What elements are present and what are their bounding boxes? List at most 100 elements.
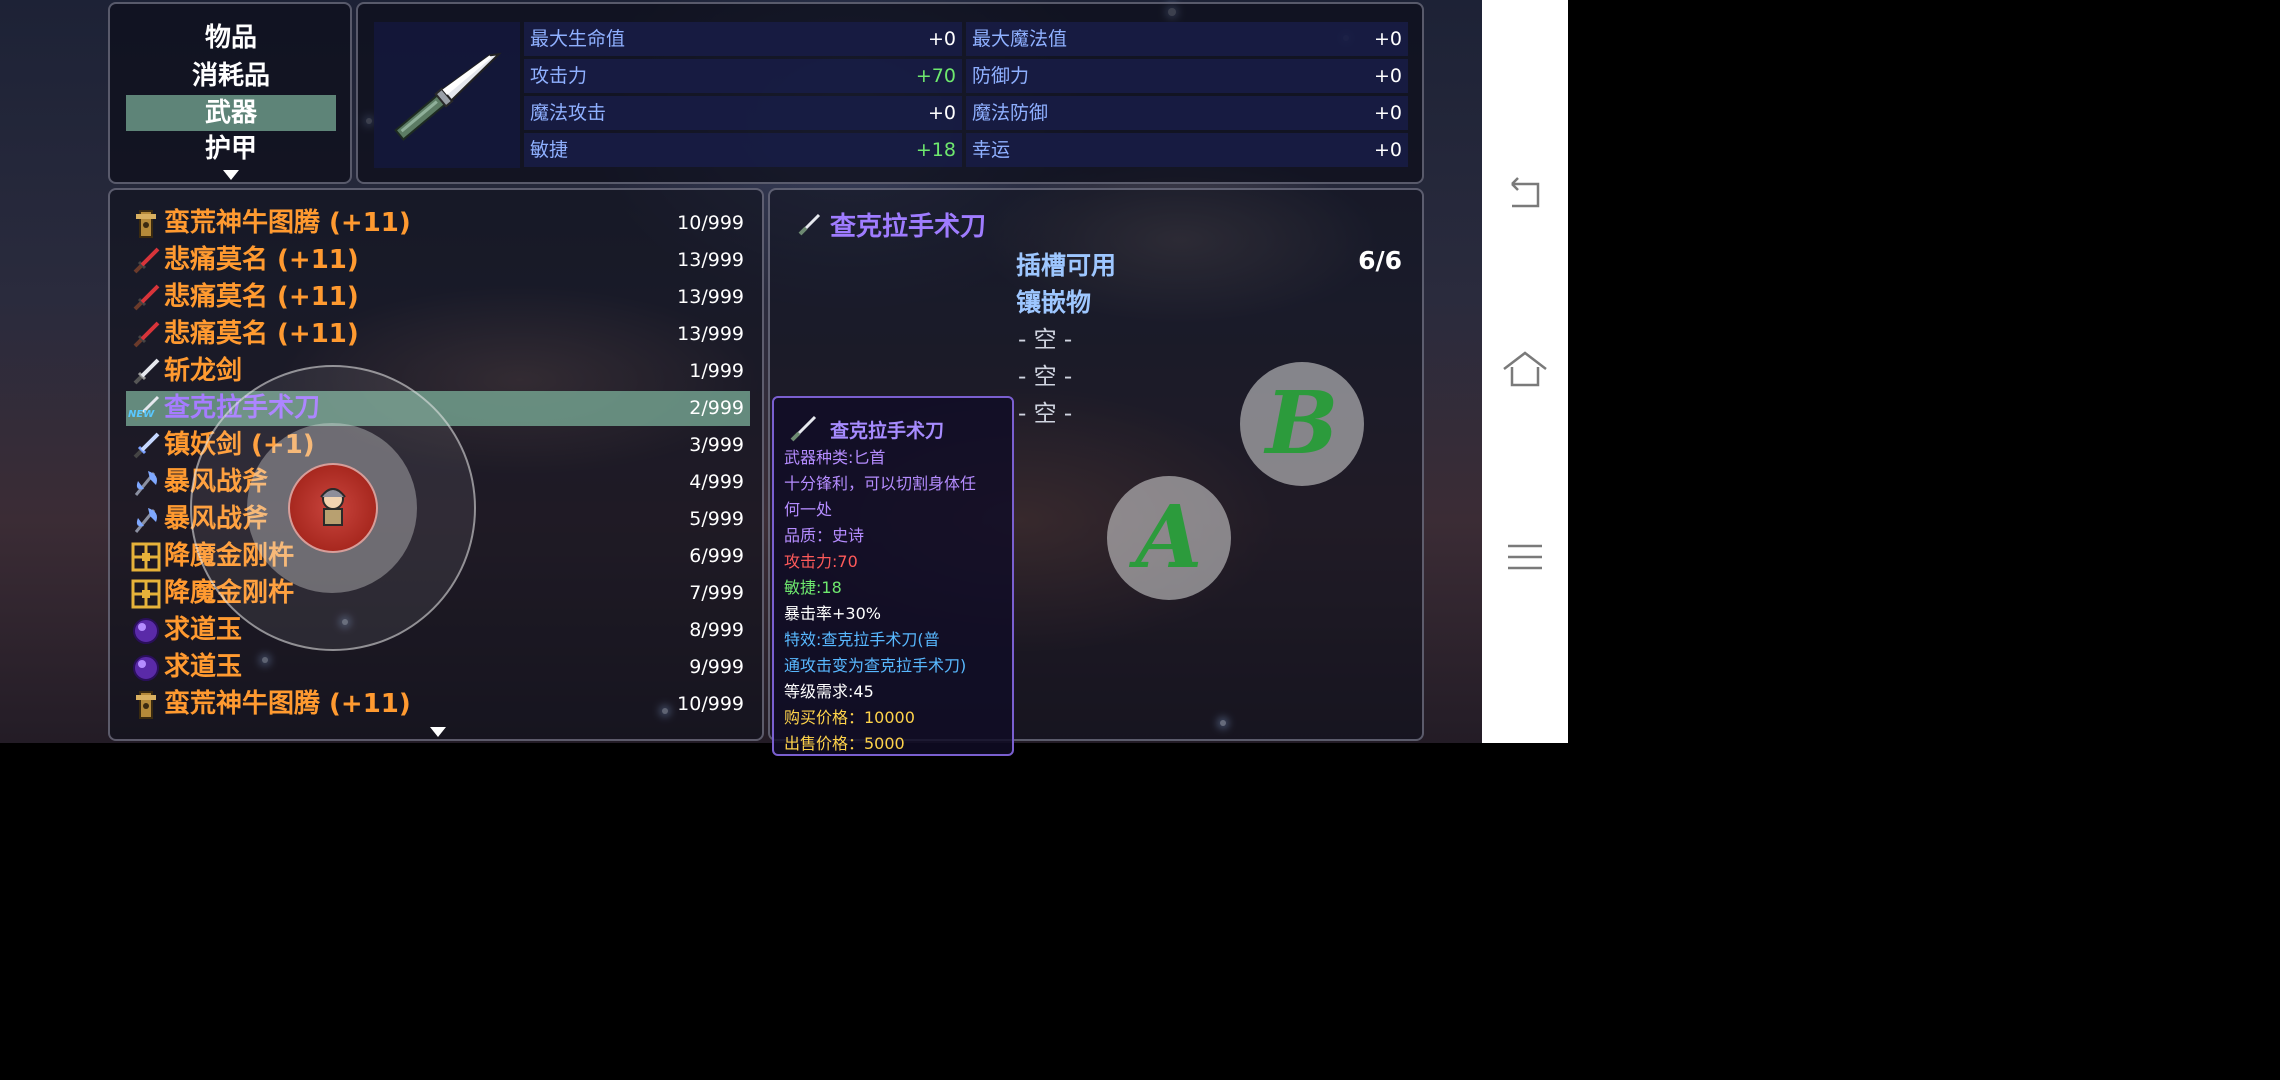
back-icon[interactable] — [1500, 170, 1550, 220]
item-row[interactable]: 斩龙剑 1/999 — [126, 354, 750, 389]
stat-value: +70 — [915, 65, 956, 87]
item-count: 5/999 — [689, 508, 744, 530]
category-item-items[interactable]: 物品 — [126, 20, 336, 56]
item-count: 13/999 — [677, 286, 744, 308]
stat-agility: 敏捷 +18 — [524, 133, 962, 167]
stat-magic-defense: 魔法防御 +0 — [966, 96, 1408, 130]
stat-label: 攻击力 — [530, 65, 588, 87]
item-count: 9/999 — [689, 656, 744, 678]
item-count: 10/999 — [677, 212, 744, 234]
scalpel-icon — [790, 415, 817, 442]
joystick-knob[interactable] — [288, 463, 378, 553]
item-name: 悲痛莫名 (+11) — [164, 319, 359, 349]
tooltip-line: 通攻击变为查克拉手术刀) — [784, 656, 967, 675]
stat-label: 幸运 — [972, 139, 1011, 161]
item-row[interactable]: 悲痛莫名 (+11) 13/999 — [126, 317, 750, 352]
stat-value: +0 — [1373, 102, 1402, 124]
stat-label: 魔法攻击 — [530, 102, 607, 124]
item-count: 7/999 — [689, 582, 744, 604]
category-item-weapons[interactable]: 武器 — [126, 95, 336, 131]
item-name: 斩龙剑 — [164, 356, 243, 386]
sword-icon — [130, 356, 162, 388]
blue-sword-icon — [130, 430, 162, 462]
axe-icon — [130, 467, 162, 499]
vajra-icon — [130, 578, 162, 610]
stat-value: +0 — [1373, 28, 1402, 50]
socket-slot[interactable]: - 空 - — [1018, 320, 1072, 354]
item-row[interactable]: 蛮荒神牛图腾 (+11) 10/999 — [126, 206, 750, 241]
triangle-down-icon[interactable] — [430, 727, 446, 737]
stat-luck: 幸运 +0 — [966, 133, 1408, 167]
stat-label: 防御力 — [972, 65, 1030, 87]
character-avatar-icon — [320, 488, 346, 526]
category-panel: 物品 消耗品 武器 护甲 — [108, 2, 352, 184]
item-count: 13/999 — [677, 249, 744, 271]
home-icon[interactable] — [1500, 345, 1550, 395]
item-row[interactable]: 悲痛莫名 (+11) 13/999 — [126, 280, 750, 315]
weapon-preview — [374, 22, 520, 168]
item-name: 悲痛莫名 (+11) — [164, 245, 359, 275]
socket-slot[interactable]: - 空 - — [1018, 357, 1072, 391]
new-badge: NEW — [128, 409, 155, 420]
item-count: 1/999 — [689, 360, 744, 382]
item-row[interactable]: 悲痛莫名 (+11) 13/999 — [126, 243, 750, 278]
category-item-armor[interactable]: 护甲 — [126, 131, 336, 167]
item-count: 6/999 — [689, 545, 744, 567]
stat-defense: 防御力 +0 — [966, 59, 1408, 93]
action-button-b[interactable]: B — [1240, 362, 1364, 486]
slots-value: 6/6 — [1358, 246, 1402, 275]
tooltip-line: 武器种类:匕首 — [784, 448, 886, 467]
item-count: 8/999 — [689, 619, 744, 641]
orb-icon — [130, 652, 162, 684]
orb-icon — [130, 615, 162, 647]
stat-max-hp: 最大生命值 +0 — [524, 22, 962, 56]
tooltip-line: 品质：史诗 — [784, 526, 865, 545]
red-sword-icon — [130, 319, 162, 351]
item-row[interactable]: 求道玉 8/999 — [126, 613, 750, 648]
totem-icon — [130, 689, 162, 721]
menu-icon[interactable] — [1500, 532, 1550, 582]
slots-label: 插槽可用 — [1016, 251, 1117, 280]
stat-label: 最大生命值 — [530, 28, 626, 50]
stat-value: +0 — [927, 28, 956, 50]
red-sword-icon — [130, 245, 162, 277]
scalpel-icon — [798, 213, 821, 236]
detail-title: 查克拉手术刀 — [830, 212, 987, 242]
inlay-label: 镶嵌物 — [1016, 288, 1092, 317]
item-count: 13/999 — [677, 323, 744, 345]
tooltip-line: 暴击率+30% — [784, 604, 881, 623]
tooltip-line: 特效:查克拉手术刀(普 — [784, 630, 940, 649]
tooltip-line: 等级需求:45 — [784, 682, 874, 701]
stat-value: +0 — [1373, 139, 1402, 161]
stat-label: 魔法防御 — [972, 102, 1049, 124]
stat-max-mp: 最大魔法值 +0 — [966, 22, 1408, 56]
axe-icon — [130, 504, 162, 536]
triangle-down-icon[interactable] — [223, 170, 239, 180]
stat-attack: 攻击力 +70 — [524, 59, 962, 93]
tooltip-line: 敏捷:18 — [784, 578, 842, 597]
red-sword-icon — [130, 282, 162, 314]
item-tooltip: 查克拉手术刀 武器种类:匕首 十分锋利，可以切割身体任 何一处 品质：史诗 攻击力:70… — [772, 396, 1014, 756]
vajra-icon — [130, 541, 162, 573]
item-name: 蛮荒神牛图腾 (+11) — [164, 208, 411, 238]
tooltip-line: 何一处 — [784, 500, 833, 519]
stat-label: 最大魔法值 — [972, 28, 1068, 50]
stat-value: +0 — [1373, 65, 1402, 87]
category-item-consumables[interactable]: 消耗品 — [126, 58, 336, 94]
item-row[interactable]: 求道玉 9/999 — [126, 650, 750, 685]
tooltip-line: 出售价格：5000 — [784, 734, 905, 753]
stat-magic-attack: 魔法攻击 +0 — [524, 96, 962, 130]
item-name: 求道玉 — [164, 615, 243, 645]
item-count: 4/999 — [689, 471, 744, 493]
item-name: 蛮荒神牛图腾 (+11) — [164, 689, 411, 719]
item-row[interactable]: 蛮荒神牛图腾 (+11) 10/999 — [126, 687, 750, 722]
socket-slot[interactable]: - 空 - — [1018, 394, 1072, 428]
tooltip-line: 购买价格：10000 — [784, 708, 915, 727]
totem-icon — [130, 208, 162, 240]
tooltip-title: 查克拉手术刀 — [830, 420, 945, 442]
tooltip-line: 十分锋利，可以切割身体任 — [784, 474, 977, 493]
item-name: 悲痛莫名 (+11) — [164, 282, 359, 312]
action-button-a[interactable]: A — [1107, 476, 1231, 600]
stat-value: +18 — [915, 139, 956, 161]
stat-label: 敏捷 — [530, 139, 569, 161]
